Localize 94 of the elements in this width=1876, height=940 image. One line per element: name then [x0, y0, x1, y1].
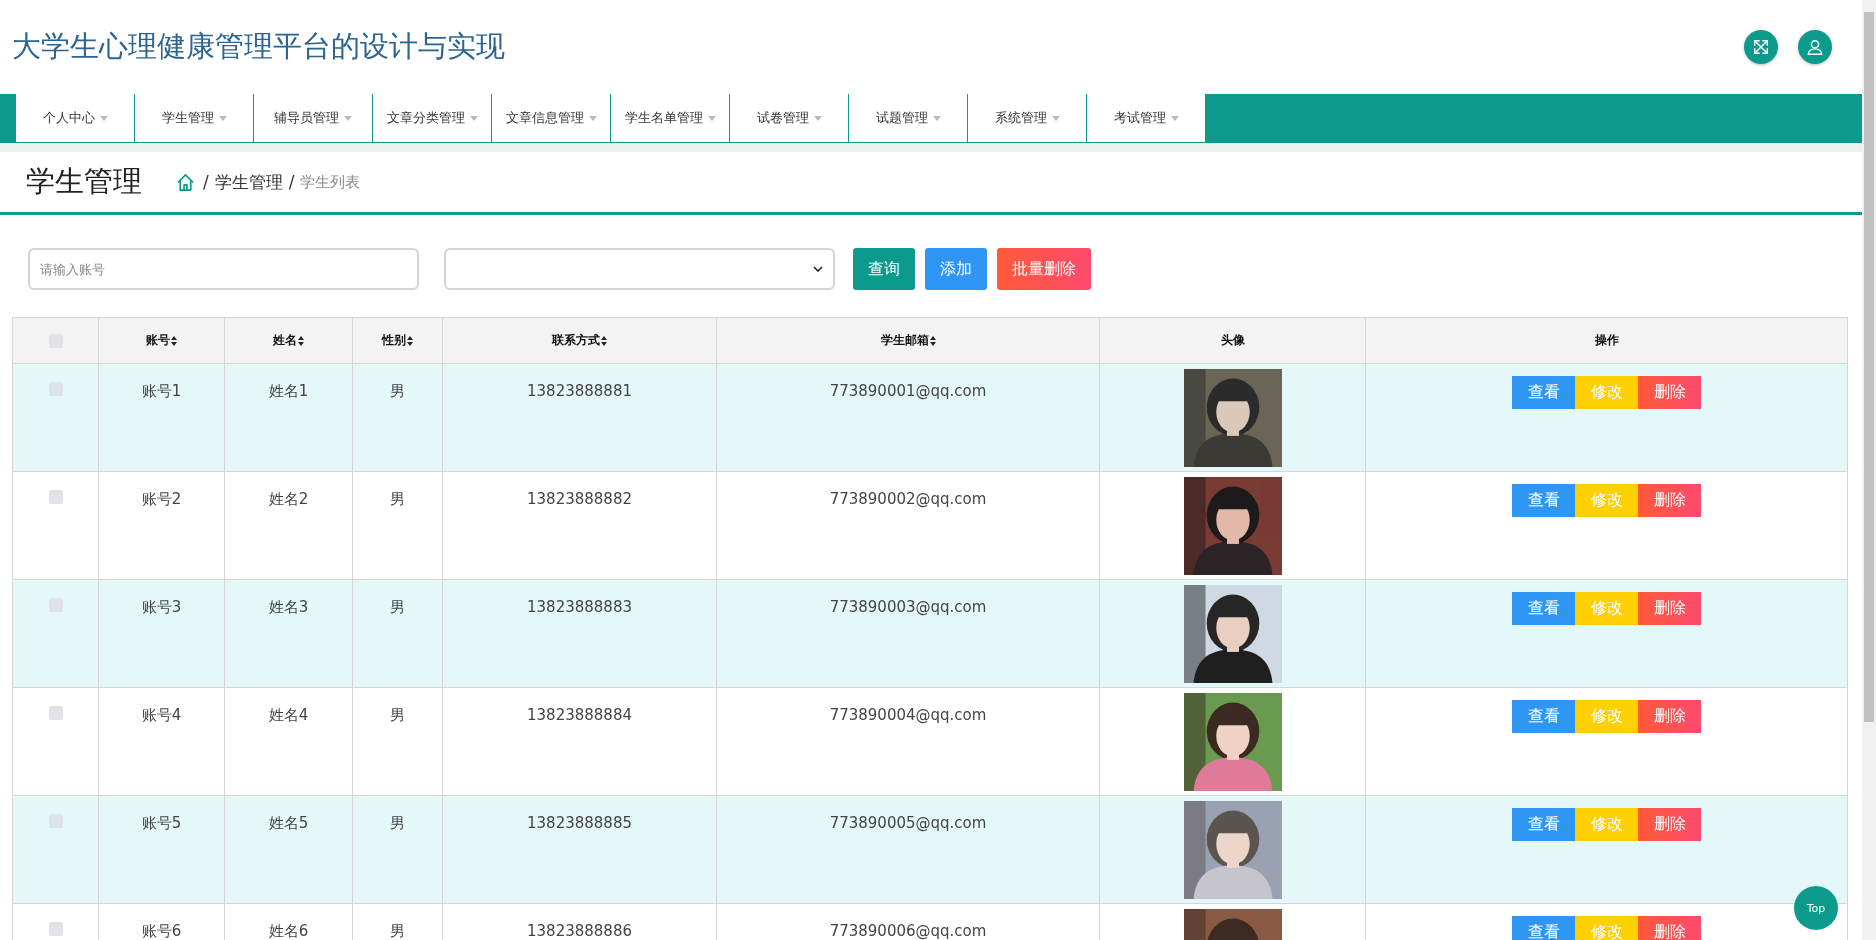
- row-checkbox[interactable]: [48, 922, 63, 936]
- action-button[interactable]: 删除: [1638, 376, 1701, 409]
- table-cell: 13823888882: [527, 490, 632, 508]
- nav-menu-item[interactable]: 试卷管理: [730, 94, 848, 143]
- table-cell: 账号5: [141, 814, 182, 832]
- action-button[interactable]: 查看: [1512, 484, 1575, 517]
- table-cell: 账号2: [141, 490, 182, 508]
- breadcrumb-separator: /: [203, 172, 209, 192]
- sort-icon[interactable]: [171, 335, 177, 346]
- table-cell: 姓名6: [268, 922, 309, 940]
- select-field[interactable]: [444, 248, 835, 290]
- table-cell: 姓名5: [268, 814, 309, 832]
- site-title: 大学生心理健康管理平台的设计与实现: [12, 28, 505, 65]
- table-cell: 账号6: [141, 922, 182, 940]
- nav-menu-item[interactable]: 辅导员管理: [254, 94, 372, 143]
- delete-button[interactable]: 批量删除: [997, 248, 1091, 290]
- caret-icon: [707, 115, 716, 121]
- nav-menu-item[interactable]: 考试管理: [1087, 94, 1205, 143]
- caret-icon: [1170, 115, 1179, 121]
- table-cell: 姓名2: [268, 490, 309, 508]
- table-cell: 账号3: [141, 598, 182, 616]
- table-cell: 账号4: [141, 706, 182, 724]
- table-cell: 773890006@qq.com: [829, 922, 987, 940]
- nav-menu-item[interactable]: 个人中心: [16, 94, 134, 143]
- action-button[interactable]: 查看: [1512, 376, 1575, 409]
- fullscreen-icon[interactable]: [1744, 30, 1778, 64]
- column-header: 操作: [1594, 332, 1619, 349]
- nav-menu-item[interactable]: 系统管理: [968, 94, 1086, 143]
- nav-menu-item[interactable]: 学生名单管理: [611, 94, 729, 143]
- table-cell: 姓名4: [268, 706, 309, 724]
- nav-menu-item[interactable]: 试题管理: [849, 94, 967, 143]
- table-cell: 账号1: [141, 382, 182, 400]
- breadcrumb-separator: /: [288, 172, 295, 192]
- caret-icon: [813, 115, 822, 121]
- column-header: 性别: [382, 332, 406, 349]
- sort-icon[interactable]: [298, 335, 304, 346]
- action-button[interactable]: 删除: [1638, 592, 1701, 625]
- scrollbar[interactable]: [1862, 0, 1876, 940]
- table-cell: 男: [390, 706, 405, 724]
- breadcrumb-item[interactable]: 学生管理: [214, 170, 283, 194]
- table-cell: 男: [390, 490, 405, 508]
- column-header: 联系方式: [552, 332, 600, 349]
- chevron-down-icon: [813, 266, 823, 272]
- action-button[interactable]: 查看: [1512, 592, 1575, 625]
- table-cell: 姓名3: [268, 598, 309, 616]
- table-cell: 773890003@qq.com: [829, 598, 987, 616]
- table-cell: 13823888884: [527, 706, 632, 724]
- column-header: 头像: [1220, 332, 1245, 349]
- breadcrumb-item: 学生列表: [300, 172, 361, 192]
- table-cell: 13823888883: [527, 598, 632, 616]
- table-cell: 773890004@qq.com: [829, 706, 987, 724]
- caret-icon: [344, 115, 352, 121]
- action-button[interactable]: 删除: [1638, 484, 1701, 517]
- table-cell: 男: [390, 814, 405, 832]
- sort-icon[interactable]: [929, 335, 936, 346]
- nav-menu-item[interactable]: 学生管理: [135, 94, 253, 143]
- search-field[interactable]: 请输入账号: [28, 248, 419, 290]
- nav-menu-item[interactable]: 文章分类管理: [373, 94, 491, 143]
- add-button[interactable]: 添加: [925, 248, 987, 290]
- nav-menu-item[interactable]: 文章信息管理: [492, 94, 610, 143]
- row-checkbox[interactable]: [48, 490, 63, 504]
- column-header: 学生邮箱: [880, 332, 929, 349]
- home-icon[interactable]: [176, 172, 195, 192]
- caret-icon: [99, 115, 108, 121]
- sort-icon[interactable]: [601, 335, 607, 346]
- sort-icon[interactable]: [407, 335, 413, 346]
- caret-icon: [588, 115, 597, 121]
- table-cell: 男: [390, 598, 405, 616]
- action-button[interactable]: 查看: [1512, 916, 1575, 940]
- caret-icon: [218, 115, 227, 121]
- caret-icon: [1051, 115, 1060, 121]
- row-checkbox[interactable]: [48, 706, 63, 720]
- column-header: 姓名: [273, 332, 297, 349]
- page-title: 学生管理: [26, 163, 142, 200]
- action-button[interactable]: 删除: [1638, 700, 1701, 733]
- action-button[interactable]: 查看: [1512, 700, 1575, 733]
- back-to-top-button[interactable]: Top: [1794, 886, 1838, 930]
- table-cell: 773890005@qq.com: [829, 814, 987, 832]
- table-cell: 773890001@qq.com: [829, 382, 987, 400]
- column-header: 账号: [146, 332, 170, 349]
- table-cell: 男: [390, 382, 405, 400]
- query-button[interactable]: 查询: [853, 248, 915, 290]
- caret-icon: [469, 115, 478, 121]
- action-button[interactable]: 删除: [1638, 916, 1701, 940]
- table-cell: 男: [390, 922, 405, 940]
- user-icon[interactable]: [1798, 30, 1832, 64]
- table-cell: 姓名1: [268, 382, 309, 400]
- action-button[interactable]: 删除: [1638, 808, 1701, 841]
- table-cell: 773890002@qq.com: [829, 490, 987, 508]
- action-button[interactable]: 查看: [1512, 808, 1575, 841]
- table-cell: 13823888885: [527, 814, 632, 832]
- table-cell: 13823888886: [527, 922, 632, 940]
- table-cell: 13823888881: [527, 382, 632, 400]
- caret-icon: [932, 115, 941, 121]
